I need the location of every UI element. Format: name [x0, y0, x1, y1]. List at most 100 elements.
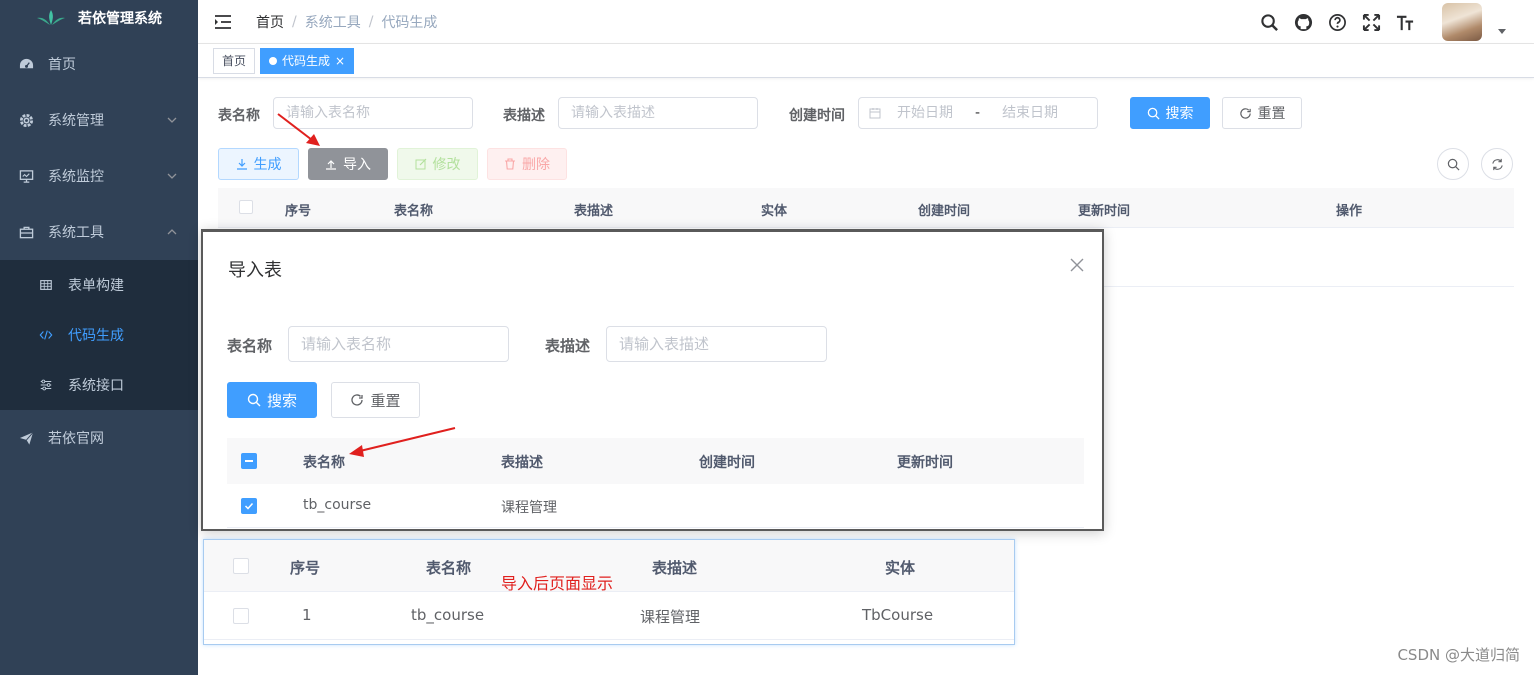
active-dot-icon [269, 56, 278, 65]
send-icon [18, 430, 34, 446]
fullscreen-icon[interactable] [1360, 11, 1382, 33]
table-name-label: 表名称 [218, 108, 260, 124]
edit-icon [415, 158, 426, 170]
download-icon [236, 159, 247, 170]
column-header: 更新时间 [1078, 204, 1131, 219]
sliders-icon [38, 377, 54, 393]
search-button[interactable]: 搜索 [1130, 97, 1210, 129]
import-button-label: 导入 [343, 157, 371, 173]
column-header: 序号 [285, 204, 312, 219]
table-row[interactable]: 1 tb_course 课程管理 TbCourse [204, 592, 1014, 640]
avatar[interactable] [1442, 3, 1482, 41]
dialog-table-name-input[interactable]: 请输入表名称 [288, 326, 509, 362]
cell-entity: TbCourse [862, 606, 934, 624]
tag-label: 代码生成 [282, 53, 331, 68]
logo[interactable]: 若依管理系统 [0, 0, 198, 36]
breadcrumb: 首页 / 系统工具 / 代码生成 [256, 12, 437, 32]
close-icon[interactable]: × [335, 49, 345, 73]
column-header: 表名称 [303, 455, 345, 471]
edit-button[interactable]: 修改 [397, 148, 478, 180]
sidebar: 若依管理系统 首页 系统管理 系统监控 系统工具 表单构建 代码生成 系统接口 … [0, 0, 198, 675]
caret-down-icon[interactable] [1498, 27, 1506, 35]
import-result-panel: 序号 表名称 表描述 实体 导入后页面显示 1 tb_course 课程管理 T… [203, 539, 1015, 645]
toggle-search-button[interactable] [1437, 148, 1469, 180]
sidebar-item-system[interactable]: 系统管理 [0, 92, 198, 148]
search-icon [1447, 158, 1459, 170]
sidebar-item-monitor[interactable]: 系统监控 [0, 148, 198, 204]
search-icon[interactable] [1258, 11, 1280, 33]
dialog-reset-button[interactable]: 重置 [331, 382, 420, 418]
column-header: 表名称 [394, 204, 434, 219]
dialog-table-name-label: 表名称 [227, 337, 273, 355]
select-all-checkbox[interactable] [233, 558, 249, 574]
row-checkbox[interactable] [241, 498, 257, 514]
dialog-title: 导入表 [228, 260, 282, 281]
refresh-button[interactable] [1481, 148, 1513, 180]
cell-table-name: tb_course [303, 497, 372, 513]
import-button[interactable]: 导入 [308, 148, 388, 180]
column-header: 创建时间 [918, 204, 971, 219]
calendar-icon [869, 108, 881, 119]
tools-submenu: 表单构建 代码生成 系统接口 [0, 260, 198, 410]
close-icon[interactable] [1070, 258, 1084, 272]
cell-table-desc: 课程管理 [640, 608, 701, 626]
table-name-input[interactable]: 请输入表名称 [273, 97, 473, 129]
sidebar-item-code-gen[interactable]: 代码生成 [0, 310, 198, 360]
refresh-icon [1239, 107, 1251, 119]
select-all-checkbox[interactable] [239, 200, 253, 214]
chevron-down-icon [167, 173, 177, 179]
delete-button[interactable]: 删除 [487, 148, 567, 180]
tag-label: 首页 [222, 53, 247, 68]
sidebar-item-label: 系统管理 [48, 113, 104, 129]
breadcrumb-separator: / [292, 13, 297, 30]
end-date-input[interactable]: 结束日期 [1002, 98, 1058, 128]
font-size-icon[interactable] [1394, 11, 1416, 33]
tag-code-gen[interactable]: 代码生成 × [260, 47, 355, 74]
watermark: CSDN @大道归简 [1397, 646, 1520, 664]
table-desc-input[interactable]: 请输入表描述 [558, 97, 758, 129]
dialog-table-header: 表名称 表描述 创建时间 更新时间 [227, 438, 1084, 484]
monitor-icon [18, 168, 34, 184]
breadcrumb-separator: / [368, 13, 374, 30]
sidebar-item-official-site[interactable]: 若依官网 [0, 410, 198, 466]
dialog-table-desc-input[interactable]: 请输入表描述 [606, 326, 827, 362]
generate-button-label: 生成 [253, 157, 282, 173]
app-title: 若依管理系统 [78, 11, 162, 27]
check-icon [244, 502, 254, 510]
breadcrumb-tools: 系统工具 [304, 14, 361, 31]
row-checkbox[interactable] [233, 608, 249, 624]
dashboard-icon [18, 56, 34, 72]
github-icon[interactable] [1292, 11, 1314, 33]
sidebar-item-form-builder[interactable]: 表单构建 [0, 260, 198, 310]
refresh-icon [351, 394, 364, 406]
column-header: 表名称 [426, 559, 472, 577]
dialog-search-button-label: 搜索 [266, 391, 297, 410]
search-icon [247, 393, 261, 407]
column-header: 表描述 [574, 204, 614, 219]
sidebar-item-home[interactable]: 首页 [0, 36, 198, 92]
sidebar-item-tools[interactable]: 系统工具 [0, 204, 198, 260]
start-date-input[interactable]: 开始日期 [897, 98, 953, 128]
table-row[interactable]: tb_course 课程管理 [227, 484, 1084, 528]
generate-button[interactable]: 生成 [218, 148, 299, 180]
navbar: 首页 / 系统工具 / 代码生成 [198, 0, 1534, 44]
import-table-dialog: 导入表 表名称 请输入表名称 表描述 请输入表描述 搜索 重置 表名称 表描述 … [201, 229, 1104, 531]
date-range-picker[interactable]: 开始日期 - 结束日期 [858, 97, 1098, 129]
sidebar-item-label: 系统工具 [48, 225, 104, 241]
select-all-indeterminate-checkbox[interactable] [241, 453, 257, 469]
sidebar-item-label: 若依官网 [48, 431, 104, 447]
dialog-search-button[interactable]: 搜索 [227, 382, 317, 418]
breadcrumb-home[interactable]: 首页 [256, 12, 284, 32]
cell-table-name: tb_course [411, 606, 485, 624]
sidebar-item-api[interactable]: 系统接口 [0, 360, 198, 410]
column-header: 表描述 [501, 455, 543, 471]
help-icon[interactable] [1326, 11, 1348, 33]
column-header: 实体 [885, 559, 916, 577]
trash-icon [505, 158, 515, 170]
reset-button[interactable]: 重置 [1222, 97, 1302, 129]
tag-home[interactable]: 首页 [213, 47, 256, 74]
table-icon [38, 277, 54, 293]
hamburger-icon[interactable] [214, 14, 232, 30]
cell-index: 1 [302, 606, 312, 624]
sidebar-item-label: 系统接口 [68, 378, 124, 394]
